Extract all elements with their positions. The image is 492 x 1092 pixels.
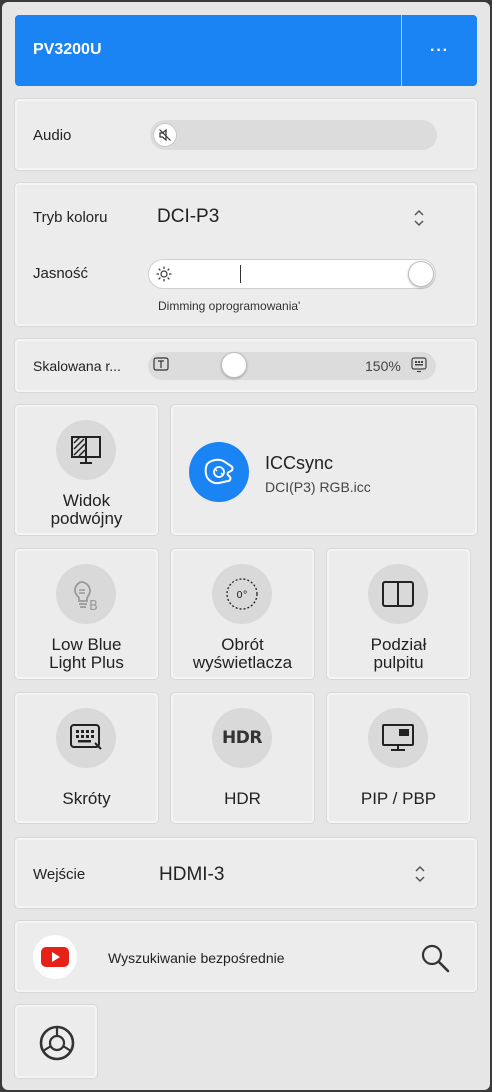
- chevron-up-down-icon: [414, 209, 424, 227]
- dimming-note: Dimming oprogramowania': [158, 299, 301, 313]
- brightness-marker: [240, 265, 241, 283]
- scaling-value: 150%: [365, 358, 401, 374]
- iccsync-profile: DCI(P3) RGB.icc: [265, 479, 371, 495]
- dual-view-label: Widok podwójny: [50, 491, 123, 528]
- pip-pbp-tile[interactable]: PIP / PBP: [327, 693, 470, 823]
- dual-view-tile[interactable]: Widok podwójny: [15, 405, 158, 535]
- chevron-up-down-icon: [415, 865, 425, 883]
- rotation-value: 0°: [236, 590, 247, 601]
- color-mode-label: Tryb koloru: [33, 209, 108, 226]
- brightness-knob[interactable]: [408, 261, 434, 287]
- shortcuts-label: Skróty: [62, 789, 111, 808]
- monitor-title: PV3200U: [33, 41, 102, 58]
- low-blue-light-tile[interactable]: B Low Blue Light Plus: [15, 549, 158, 679]
- audio-card: Audio: [15, 99, 477, 170]
- more-options-button[interactable]: ···: [402, 15, 477, 86]
- text-size-icon: [153, 357, 169, 378]
- keyboard-scale-icon: [411, 357, 427, 378]
- iccsync-title: ICCsync: [265, 453, 334, 473]
- display-rotation-tile[interactable]: 0° Obrót wyświetlacza: [171, 549, 314, 679]
- hdr-tile[interactable]: HDR HDR: [171, 693, 314, 823]
- color-mode-value[interactable]: DCI-P3: [157, 206, 219, 228]
- input-label: Wejście: [33, 866, 86, 883]
- svg-text:B: B: [89, 599, 98, 612]
- low-blue-light-label: Low Blue Light Plus: [49, 635, 124, 672]
- display-settings-button[interactable]: [15, 1005, 97, 1078]
- brightness-slider[interactable]: [148, 259, 436, 289]
- input-card: Wejście HDMI-3: [15, 838, 477, 908]
- volume-slider[interactable]: [150, 120, 437, 150]
- audio-label: Audio: [33, 127, 72, 144]
- desktop-split-tile[interactable]: Podział pulpitu: [327, 549, 470, 679]
- speaker-muted-icon[interactable]: [153, 123, 177, 147]
- aperture-icon: [38, 1024, 76, 1067]
- shortcuts-icon: [56, 708, 116, 768]
- scaling-slider[interactable]: 150%: [148, 352, 436, 380]
- display-rotation-label: Obrót wyświetlacza: [192, 635, 293, 672]
- search-card[interactable]: Wyszukiwanie bezpośrednie: [15, 921, 477, 992]
- hdr-icon-text: HDR: [222, 728, 262, 748]
- brightness-label: Jasność: [33, 265, 89, 282]
- pip-pbp-icon: [368, 708, 428, 768]
- rotation-icon: 0°: [212, 564, 272, 624]
- search-label: Wyszukiwanie bezpośrednie: [108, 950, 285, 966]
- hdr-icon: HDR: [212, 708, 272, 768]
- sun-icon: [154, 264, 174, 284]
- pip-pbp-label: PIP / PBP: [360, 789, 437, 808]
- iccsync-icon: [189, 442, 249, 502]
- scaling-card: Skalowana r... 150%: [15, 339, 477, 392]
- low-blue-light-icon: B: [56, 564, 116, 624]
- dual-view-icon: [56, 420, 116, 480]
- scaling-knob[interactable]: [221, 352, 247, 378]
- shortcuts-tile[interactable]: Skróty: [15, 693, 158, 823]
- color-card: Tryb koloru DCI-P3 Jasność Dimming oprog…: [15, 183, 477, 326]
- desktop-split-icon: [368, 564, 428, 624]
- header-bar: PV3200U ···: [15, 15, 477, 86]
- youtube-icon: [33, 935, 77, 979]
- scaling-label: Skalowana r...: [33, 358, 121, 374]
- hdr-label: HDR: [224, 789, 261, 808]
- input-value[interactable]: HDMI-3: [159, 864, 224, 886]
- search-icon[interactable]: [419, 942, 451, 979]
- iccsync-tile[interactable]: ICCsync DCI(P3) RGB.icc: [171, 405, 477, 535]
- desktop-split-label: Podział pulpitu: [370, 635, 427, 672]
- input-stepper[interactable]: [413, 863, 427, 886]
- color-mode-stepper[interactable]: [412, 207, 426, 230]
